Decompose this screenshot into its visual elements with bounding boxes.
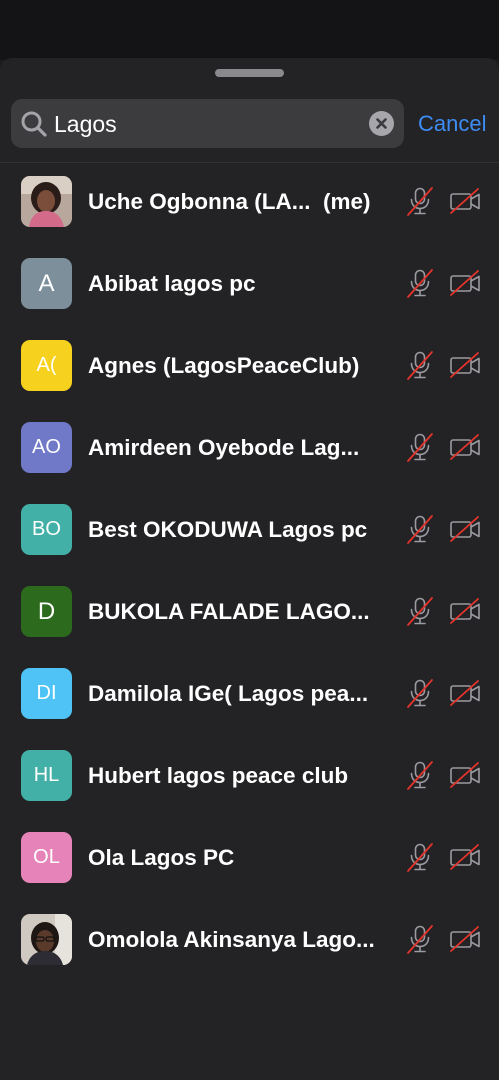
participant-list: Uche Ogbonna (LA... (me) A Abibat lagos pc… (0, 170, 499, 990)
search-input[interactable]: Lagos (54, 110, 117, 138)
mic-muted-icon[interactable] (404, 759, 436, 791)
profile-photo (21, 914, 72, 965)
avatar-initials: AO (32, 436, 61, 458)
mic-muted-icon[interactable] (404, 513, 436, 545)
mic-muted-icon[interactable] (404, 595, 436, 627)
avatar-initials: DI (36, 682, 57, 704)
avatar-initials: D (37, 597, 56, 625)
avatar-initials: A (38, 269, 55, 297)
mic-muted-icon[interactable] (404, 431, 436, 463)
avatar: AO (21, 422, 72, 473)
participants-sheet: Lagos Cancel Uche Ogbonna (LA... (me) A Ab… (0, 58, 499, 1080)
video-off-icon[interactable] (448, 513, 482, 545)
video-off-icon[interactable] (448, 185, 482, 217)
participant-name: Best OKODUWA Lagos pc (88, 517, 368, 542)
divider (0, 162, 499, 163)
mic-muted-icon[interactable] (404, 349, 436, 381)
participant-name: Uche Ogbonna (LA... (me) (88, 189, 371, 214)
video-off-icon[interactable] (448, 349, 482, 381)
avatar: HL (21, 750, 72, 801)
video-off-icon[interactable] (448, 677, 482, 709)
participant-name: Omolola Akinsanya Lago... (88, 927, 375, 952)
participant-row[interactable]: Omolola Akinsanya Lago... (0, 908, 499, 990)
avatar: A( (21, 340, 72, 391)
search-icon (21, 111, 47, 137)
participant-name: Hubert lagos peace club (88, 763, 349, 788)
avatar (21, 176, 72, 227)
search-field[interactable]: Lagos (11, 99, 404, 148)
cancel-button[interactable]: Cancel (418, 110, 486, 138)
avatar-initials: A( (36, 354, 57, 376)
avatar: DI (21, 668, 72, 719)
mic-muted-icon[interactable] (404, 923, 436, 955)
participant-row[interactable]: D BUKOLA FALADE LAGO... (0, 580, 499, 662)
participant-row[interactable]: Uche Ogbonna (LA... (me) (0, 170, 499, 252)
participant-name: Amirdeen Oyebode Lag... (88, 435, 360, 460)
participant-row[interactable]: DI Damilola IGe( Lagos pea... (0, 662, 499, 744)
participant-row[interactable]: A( Agnes (LagosPeaceClub) (0, 334, 499, 416)
participant-row[interactable]: HL Hubert lagos peace club (0, 744, 499, 826)
clear-search-button[interactable] (369, 111, 394, 136)
participant-row[interactable]: A Abibat lagos pc (0, 252, 499, 334)
profile-photo (21, 176, 72, 227)
mic-muted-icon[interactable] (404, 677, 436, 709)
avatar: D (21, 586, 72, 637)
video-off-icon[interactable] (448, 431, 482, 463)
video-off-icon[interactable] (448, 923, 482, 955)
participant-row[interactable]: OL Ola Lagos PC (0, 826, 499, 908)
participant-name: BUKOLA FALADE LAGO... (88, 599, 370, 624)
participant-row[interactable]: AO Amirdeen Oyebode Lag... (0, 416, 499, 498)
avatar (21, 914, 72, 965)
mic-muted-icon[interactable] (404, 267, 436, 299)
avatar: BO (21, 504, 72, 555)
participant-name: Damilola IGe( Lagos pea... (88, 681, 369, 706)
participant-name: Agnes (LagosPeaceClub) (88, 353, 360, 378)
video-off-icon[interactable] (448, 595, 482, 627)
avatar-initials: OL (33, 846, 60, 868)
avatar: OL (21, 832, 72, 883)
video-off-icon[interactable] (448, 841, 482, 873)
close-icon (376, 118, 387, 129)
participant-name: Ola Lagos PC (88, 845, 235, 870)
video-off-icon[interactable] (448, 267, 482, 299)
avatar: A (21, 258, 72, 309)
participant-row[interactable]: BO Best OKODUWA Lagos pc (0, 498, 499, 580)
participant-name: Abibat lagos pc (88, 271, 256, 296)
mic-muted-icon[interactable] (404, 185, 436, 217)
video-off-icon[interactable] (448, 759, 482, 791)
avatar-initials: BO (32, 518, 61, 540)
background-backdrop (0, 0, 499, 60)
mic-muted-icon[interactable] (404, 841, 436, 873)
sheet-grabber[interactable] (215, 69, 284, 77)
avatar-initials: HL (33, 764, 60, 786)
